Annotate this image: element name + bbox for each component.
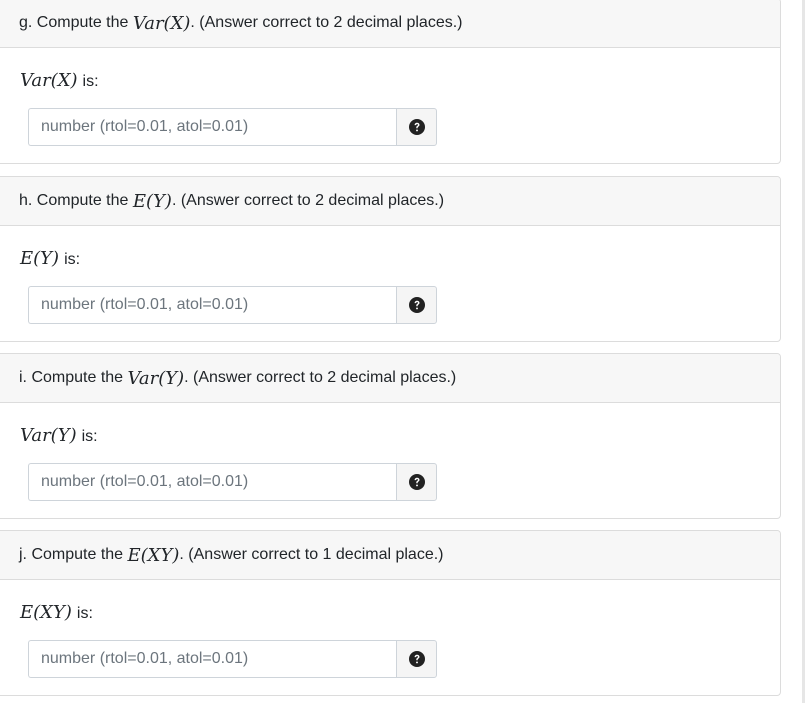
answer-prompt: E(Y) is: [20, 248, 80, 269]
answer-prompt: Var(Y) is: [20, 425, 98, 446]
question-header: h. Compute the E(Y). (Answer correct to … [0, 177, 780, 226]
answer-input-group [28, 108, 437, 146]
question-instruction: . (Answer correct to 2 decimal places.) [171, 192, 445, 209]
help-button[interactable] [396, 108, 437, 146]
prompt-label: is: [76, 605, 93, 622]
answer-input[interactable] [28, 108, 396, 146]
prompt-label: is: [64, 251, 81, 268]
help-button[interactable] [396, 463, 437, 501]
question-instruction: . (Answer correct to 2 decimal places.) [190, 14, 463, 31]
question-card-j: j. Compute the E(XY). (Answer correct to… [0, 530, 781, 696]
help-button[interactable] [396, 286, 437, 324]
question-header: g. Compute the Var(X). (Answer correct t… [0, 0, 780, 48]
prompt-label: is: [81, 428, 98, 445]
question-card-i: i. Compute the Var(Y). (Answer correct t… [0, 353, 781, 519]
answer-input-group [28, 463, 437, 501]
question-circle-icon[interactable] [408, 297, 425, 313]
prompt-label: is: [82, 73, 99, 90]
question-page: g. Compute the Var(X). (Answer correct t… [0, 0, 805, 703]
math-expression: E(XY) [20, 602, 72, 623]
question-card-g: g. Compute the Var(X). (Answer correct t… [0, 0, 781, 164]
question-label: j. Compute the [19, 546, 124, 563]
question-header: j. Compute the E(XY). (Answer correct to… [0, 531, 780, 580]
question-instruction: . (Answer correct to 1 decimal place.) [179, 546, 444, 563]
answer-prompt: E(XY) is: [20, 602, 93, 623]
math-expression: E(Y) [20, 248, 60, 269]
question-card-h: h. Compute the E(Y). (Answer correct to … [0, 176, 781, 342]
answer-input[interactable] [28, 286, 396, 324]
question-label: h. Compute the [19, 192, 129, 209]
math-expression: Var(X) [20, 70, 78, 91]
question-label: g. Compute the [19, 14, 129, 31]
help-button[interactable] [396, 640, 437, 678]
math-expression: Var(Y) [127, 367, 185, 389]
question-instruction: . (Answer correct to 2 decimal places.) [184, 369, 457, 386]
math-expression: Var(Y) [20, 425, 77, 446]
question-circle-icon[interactable] [408, 119, 425, 135]
answer-prompt: Var(X) is: [20, 70, 99, 91]
question-circle-icon[interactable] [408, 474, 425, 490]
math-expression: E(Y) [132, 190, 172, 212]
question-label: i. Compute the [19, 369, 124, 386]
answer-input[interactable] [28, 640, 396, 678]
math-expression: Var(X) [132, 12, 191, 34]
answer-input-group [28, 286, 437, 324]
answer-input-group [28, 640, 437, 678]
question-circle-icon[interactable] [408, 651, 425, 667]
answer-input[interactable] [28, 463, 396, 501]
math-expression: E(XY) [127, 544, 180, 566]
question-header: i. Compute the Var(Y). (Answer correct t… [0, 354, 780, 403]
